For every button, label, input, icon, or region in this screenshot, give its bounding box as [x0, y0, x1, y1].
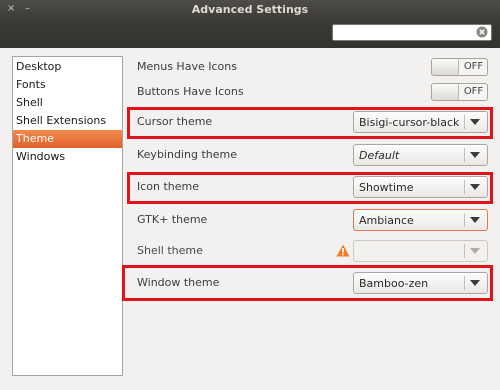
- search-input[interactable]: [336, 26, 471, 39]
- dropdown-separator: [464, 115, 465, 129]
- sidebar-item-theme[interactable]: Theme: [13, 130, 122, 148]
- cursor-theme-dropdown[interactable]: Bisigi-cursor-black: [353, 111, 488, 133]
- icon-theme-dropdown[interactable]: Showtime: [353, 176, 488, 198]
- clear-search-icon[interactable]: [476, 26, 488, 38]
- window-theme-row: Window theme Bamboo-zen: [137, 272, 489, 294]
- menus-have-icons-label: Menus Have Icons: [137, 60, 237, 73]
- cursor-theme-label: Cursor theme: [137, 115, 213, 128]
- gtk-theme-label: GTK+ theme: [137, 213, 208, 226]
- shell-theme-dropdown[interactable]: [353, 240, 488, 262]
- warning-icon: [336, 244, 350, 257]
- toggle-knob: [432, 59, 459, 75]
- sidebar-item-shell-extensions[interactable]: Shell Extensions: [13, 112, 122, 130]
- chevron-down-icon: [470, 119, 480, 125]
- advanced-settings-window: × – Advanced Settings Desktop Fonts Shel…: [0, 0, 500, 390]
- toggle-knob: [432, 84, 459, 100]
- dropdown-separator: [464, 244, 465, 258]
- sidebar-item-shell[interactable]: Shell: [13, 94, 122, 112]
- keybinding-theme-label: Keybinding theme: [137, 148, 237, 161]
- sidebar-item-windows[interactable]: Windows: [13, 148, 122, 166]
- menus-have-icons-row: Menus Have Icons OFF: [137, 56, 489, 78]
- buttons-have-icons-row: Buttons Have Icons OFF: [137, 81, 489, 103]
- category-sidebar: Desktop Fonts Shell Shell Extensions The…: [12, 56, 123, 376]
- icon-theme-value: Showtime: [359, 181, 414, 194]
- dropdown-separator: [464, 213, 465, 227]
- menus-have-icons-toggle[interactable]: OFF: [431, 58, 488, 76]
- cursor-theme-row: Cursor theme Bisigi-cursor-black: [137, 111, 489, 133]
- buttons-have-icons-toggle[interactable]: OFF: [431, 83, 488, 101]
- dropdown-separator: [464, 276, 465, 290]
- toggle-state: OFF: [463, 61, 484, 72]
- cursor-theme-value: Bisigi-cursor-black: [359, 116, 460, 129]
- keybinding-theme-row: Keybinding theme Default: [137, 144, 489, 166]
- window-theme-label: Window theme: [137, 276, 220, 289]
- dropdown-separator: [464, 180, 465, 194]
- chevron-down-icon: [470, 184, 480, 190]
- icon-theme-label: Icon theme: [137, 180, 200, 193]
- window-theme-value: Bamboo-zen: [359, 277, 429, 290]
- buttons-have-icons-label: Buttons Have Icons: [137, 85, 244, 98]
- sidebar-item-desktop[interactable]: Desktop: [13, 58, 122, 76]
- sidebar-item-fonts[interactable]: Fonts: [13, 76, 122, 94]
- dropdown-separator: [464, 148, 465, 162]
- gtk-theme-dropdown[interactable]: Ambiance: [353, 209, 488, 231]
- keybinding-theme-value: Default: [359, 149, 400, 162]
- toggle-state: OFF: [463, 86, 484, 97]
- gtk-theme-row: GTK+ theme Ambiance: [137, 209, 489, 231]
- shell-theme-row: Shell theme: [137, 240, 489, 262]
- icon-theme-row: Icon theme Showtime: [137, 176, 489, 198]
- window-title: Advanced Settings: [191, 3, 309, 16]
- window-theme-dropdown[interactable]: Bamboo-zen: [353, 272, 488, 294]
- chevron-down-icon: [470, 248, 480, 254]
- chevron-down-icon: [470, 217, 480, 223]
- chevron-down-icon: [470, 152, 480, 158]
- title-bar: × – Advanced Settings: [0, 0, 500, 20]
- keybinding-theme-dropdown[interactable]: Default: [353, 144, 488, 166]
- search-box[interactable]: [332, 24, 492, 41]
- shell-theme-label: Shell theme: [137, 244, 203, 257]
- gtk-theme-value: Ambiance: [359, 214, 414, 227]
- chevron-down-icon: [470, 280, 480, 286]
- search-toolbar: [0, 20, 500, 48]
